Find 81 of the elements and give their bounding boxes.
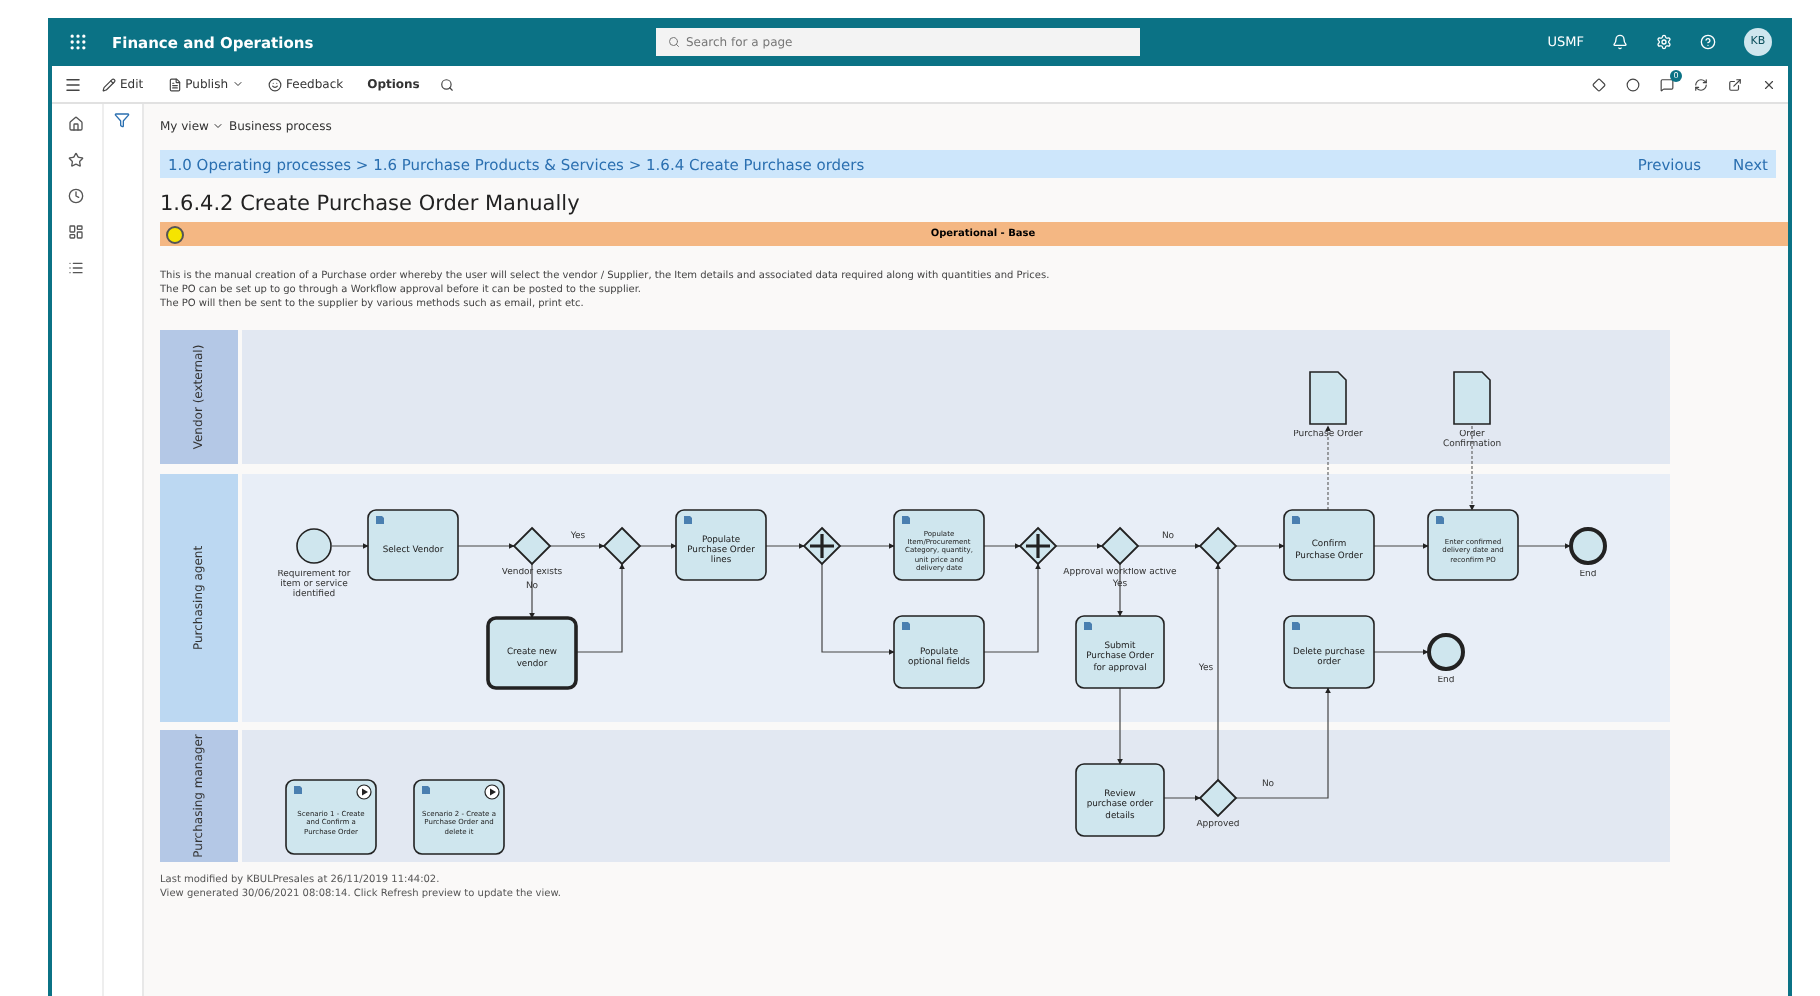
workspace-icon[interactable] xyxy=(68,224,85,240)
parallel-gateway xyxy=(802,526,842,566)
chevron-icon[interactable] xyxy=(212,120,225,132)
connector-arrow xyxy=(575,563,625,653)
list-icon[interactable] xyxy=(68,260,85,276)
connector-arrow xyxy=(983,543,1021,549)
script-icon xyxy=(902,622,910,630)
chevron-icon xyxy=(232,78,245,90)
help-icon[interactable] xyxy=(1700,34,1716,50)
script-icon xyxy=(1292,516,1300,524)
connector-arrow xyxy=(1117,687,1123,765)
refresh-icon[interactable] xyxy=(1694,77,1708,91)
exclusive-gateway xyxy=(1198,526,1238,566)
diamond-icon[interactable] xyxy=(1592,77,1606,91)
lane-header xyxy=(160,730,238,862)
start-event xyxy=(296,528,332,564)
scenario-node[interactable] xyxy=(413,779,505,855)
connector-arrow xyxy=(1137,543,1201,549)
connector-arrow xyxy=(821,563,895,655)
connector-arrow xyxy=(639,543,677,549)
connector-arrow xyxy=(1055,543,1103,549)
exclusive-gateway xyxy=(512,526,552,566)
scenario-node[interactable] xyxy=(285,779,377,855)
connector-arrow xyxy=(983,563,1041,653)
task-node xyxy=(367,509,459,581)
circle-icon[interactable] xyxy=(1626,77,1640,91)
clock-icon[interactable] xyxy=(68,188,85,204)
task-node xyxy=(675,509,767,581)
exclusive-gateway xyxy=(1100,526,1140,566)
task-node xyxy=(486,616,578,690)
script-icon xyxy=(684,516,692,524)
task-node xyxy=(1283,509,1375,581)
connector-arrow xyxy=(1373,649,1429,655)
connector-arrow xyxy=(1517,543,1571,549)
connector-arrow xyxy=(1235,687,1331,799)
message-icon[interactable] xyxy=(1660,77,1674,91)
connector-arrow xyxy=(1235,543,1285,549)
document-icon xyxy=(1309,371,1347,425)
app-launcher-icon[interactable] xyxy=(68,32,88,52)
connector-arrow xyxy=(1373,543,1429,549)
search-icon[interactable] xyxy=(439,77,454,91)
task-node xyxy=(893,509,985,581)
settings-icon[interactable] xyxy=(1656,34,1672,50)
play-icon[interactable] xyxy=(484,784,500,800)
script-icon xyxy=(1084,622,1092,630)
script-icon xyxy=(1292,622,1300,630)
star-icon[interactable] xyxy=(68,152,85,168)
document-icon xyxy=(1453,371,1491,425)
connector-arrow xyxy=(549,543,605,549)
task-node xyxy=(1075,763,1165,837)
filter-icon[interactable] xyxy=(114,112,131,128)
connector-arrow xyxy=(839,543,895,549)
play-icon[interactable] xyxy=(356,784,372,800)
document-icon xyxy=(167,77,182,91)
home-icon[interactable] xyxy=(68,116,85,132)
task-node xyxy=(1427,509,1519,581)
task-node xyxy=(1075,615,1165,689)
script-icon xyxy=(376,516,384,524)
script-icon xyxy=(422,786,430,794)
page-title: 1.6.4.2 Create Purchase Order Manually xyxy=(160,192,582,216)
connector-arrow xyxy=(331,543,369,549)
close-icon[interactable] xyxy=(1762,77,1776,91)
connector-arrow xyxy=(529,563,535,619)
connector-arrow xyxy=(1163,795,1201,801)
exclusive-gateway xyxy=(602,526,642,566)
open-new-icon[interactable] xyxy=(1728,77,1742,91)
script-icon xyxy=(1436,516,1444,524)
task-node xyxy=(1283,615,1375,689)
smiley-icon xyxy=(268,77,283,91)
lane-header xyxy=(160,330,238,464)
connector-arrow xyxy=(457,543,515,549)
task-node xyxy=(893,615,985,689)
connector-arrow xyxy=(765,543,805,549)
pencil-icon xyxy=(102,77,116,91)
search-icon xyxy=(668,36,680,48)
script-icon xyxy=(902,516,910,524)
script-icon xyxy=(294,786,302,794)
parallel-gateway xyxy=(1018,526,1058,566)
bell-icon[interactable] xyxy=(1612,34,1628,50)
menu-icon[interactable] xyxy=(64,75,82,93)
exclusive-gateway xyxy=(1198,778,1238,818)
